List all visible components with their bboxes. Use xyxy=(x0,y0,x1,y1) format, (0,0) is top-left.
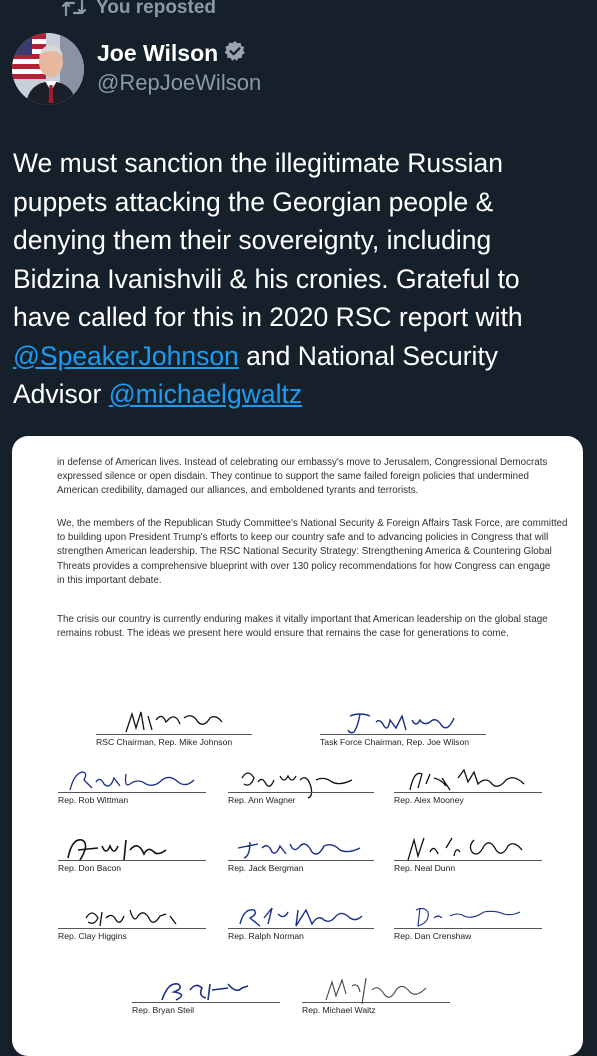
document-paragraph: The crisis our country is currently endu… xyxy=(57,613,548,641)
signature-line xyxy=(58,928,206,929)
tweet-line: denying them their sovereignty, includin… xyxy=(13,225,492,255)
signature-label: Rep. Ralph Norman xyxy=(228,931,304,941)
signature-label: Rep. Neal Dunn xyxy=(394,863,456,873)
document-paragraph: in defense of American lives. Instead of… xyxy=(57,456,547,499)
signature-label: Rep. Bryan Steil xyxy=(132,1005,195,1015)
signature-line xyxy=(228,792,374,793)
document-line: in this important debate. xyxy=(57,574,162,586)
signature-block: Rep. Ralph Norman xyxy=(228,902,374,942)
signature-block: Task Force Chairman, Rep. Joe Wilson xyxy=(320,708,486,748)
document-line: We, the members of the Republican Study … xyxy=(57,518,568,529)
signature-label: Rep. Alex Mooney xyxy=(394,795,464,805)
signature-mark xyxy=(69,771,195,791)
signature-block: Rep. Rob Wittman xyxy=(58,766,206,806)
signature-line xyxy=(132,1002,280,1003)
signature-block: Rep. Bryan Steil xyxy=(132,976,280,1016)
tweet-line: We must sanction the illegitimate Russia… xyxy=(13,148,503,178)
signature-line xyxy=(394,860,542,861)
tweet-line: have called for this in 2020 RSC report … xyxy=(13,302,523,332)
tweet-line: puppets attacking the Georgian people & xyxy=(13,186,494,217)
signature-mark xyxy=(415,907,521,927)
signature-line xyxy=(394,792,542,793)
signature-mark xyxy=(239,907,363,927)
document-line: Threats provides a comprehensive bluepri… xyxy=(57,560,551,572)
tweet-line: Bidzina Ivanishvili & his cronies. Grate… xyxy=(13,263,520,294)
tweet-text-segment: and National Security xyxy=(238,340,499,371)
signature-block: RSC Chairman, Rep. Mike Johnson xyxy=(96,708,252,748)
tweet-text-segment: Advisor xyxy=(13,379,109,409)
signature-label: Rep. Dan Crenshaw xyxy=(394,931,472,941)
tweet-line-mention-1: @SpeakerJohnson and National Security xyxy=(13,337,583,376)
signature-mark xyxy=(125,711,223,733)
signature-label: Rep. Ann Wagner xyxy=(228,795,296,805)
signature-label: Rep. Rob Wittman xyxy=(58,795,129,805)
signature-label: Rep. Clay Higgins xyxy=(58,931,127,941)
repost-indicator[interactable]: You reposted xyxy=(62,0,216,22)
signature-block: Rep. Michael Waltz xyxy=(302,976,450,1016)
signature-mark xyxy=(161,983,249,1001)
document-line: to building upon President Trump's effor… xyxy=(57,532,549,544)
signature-block: Rep. Neal Dunn xyxy=(394,834,542,874)
signature-label: RSC Chairman, Rep. Mike Johnson xyxy=(96,737,233,747)
mention-speaker-johnson-link[interactable]: @SpeakerJohnson xyxy=(13,341,239,371)
signature-block: Rep. Alex Mooney xyxy=(394,766,542,806)
author-handle[interactable]: @RepJoeWilson xyxy=(97,70,261,96)
signature-block: Rep. Ann Wagner xyxy=(228,766,374,806)
signature-line xyxy=(96,734,252,735)
document-line: expressed silence or open disdain. They … xyxy=(57,471,529,483)
signature-label: Rep. Jack Bergman xyxy=(228,863,304,873)
signature-line xyxy=(394,928,542,929)
tweet-line-mention-2: Advisor @michaelgwaltz xyxy=(13,375,583,414)
signature-block: Rep. Don Bacon xyxy=(58,834,206,874)
repost-label: You reposted xyxy=(96,0,216,18)
document-line: American credibility, damaged our allian… xyxy=(57,485,419,497)
document-line: The crisis our country is currently endu… xyxy=(57,614,548,625)
signature-mark xyxy=(347,713,455,734)
verified-badge-icon xyxy=(224,40,246,67)
signature-line xyxy=(58,860,206,861)
signature-line xyxy=(228,928,374,929)
signature-block: Rep. Dan Crenshaw xyxy=(394,902,542,942)
signature-mark xyxy=(85,909,177,927)
signature-line xyxy=(320,734,486,735)
document-line: remains robust. The ideas we present her… xyxy=(57,628,509,640)
media-image-document[interactable]: in defense of American lives. Instead of… xyxy=(12,436,583,1056)
tweet-text: We must sanction the illegitimate Russia… xyxy=(13,144,583,414)
signature-label: Task Force Chairman, Rep. Joe Wilson xyxy=(320,737,470,747)
repost-icon xyxy=(62,0,86,18)
signature-block: Rep. Jack Bergman xyxy=(228,834,374,874)
signature-label: Rep. Michael Waltz xyxy=(302,1005,376,1015)
mention-michaelgwaltz-link[interactable]: @michaelgwaltz xyxy=(109,379,302,409)
author-name[interactable]: Joe Wilson xyxy=(97,40,218,67)
document-line: strengthen American leadership. The RSC … xyxy=(57,546,552,558)
signature-line xyxy=(228,860,374,861)
signature-mark xyxy=(237,841,361,859)
document-paragraph: We, the members of the Republican Study … xyxy=(57,517,568,588)
document-line: in defense of American lives. Instead of… xyxy=(57,457,548,468)
signature-mark xyxy=(409,768,525,791)
avatar[interactable] xyxy=(12,33,84,105)
signature-line xyxy=(302,1002,450,1003)
signature-label: Rep. Don Bacon xyxy=(58,863,122,873)
signature-line xyxy=(58,792,206,793)
signature-block: Rep. Clay Higgins xyxy=(58,902,206,942)
tweet-author: Joe Wilson @RepJoeWilson xyxy=(12,33,261,105)
